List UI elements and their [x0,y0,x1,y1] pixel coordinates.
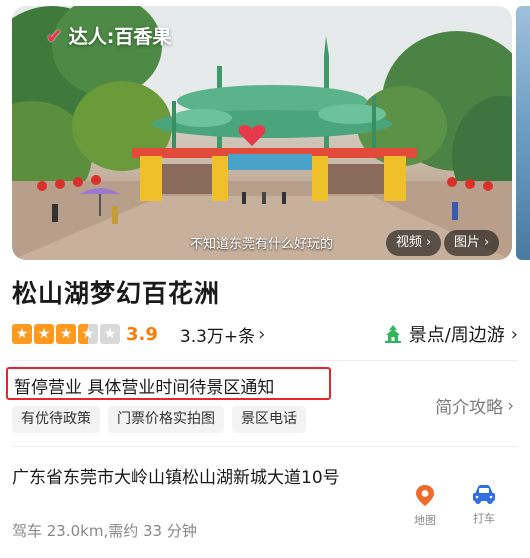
drive-info: 驾车 23.0km,需约 33 分钟 [12,522,197,540]
place-title: 松山湖梦幻百花洲 [12,279,221,308]
video-caption: 不知道东莞有什么好玩的 [190,237,334,252]
chevron-right-icon: › [510,323,518,345]
tag-phone[interactable]: 景区电话 [232,406,306,433]
intro-guide-label: 简介攻略 [435,398,504,418]
car-icon [473,485,495,504]
star-rating: ★ ★ ★ ★ ★ [12,324,120,344]
chevron-right-icon: › [484,235,490,250]
map-button-label: 地图 [414,514,436,527]
tag-ticket-photos[interactable]: 门票价格实拍图 [108,406,224,433]
address-text[interactable]: 广东省东莞市大岭山镇松山湖新城大道10号 [12,466,372,490]
star-icon: ★ [34,324,54,344]
business-status: 暂停营业 具体营业时间待景区通知 [14,378,275,398]
taxi-button[interactable]: 打车 [464,484,504,526]
creator-label: 达人:百香果 [68,26,172,48]
video-button-label: 视频 [396,235,423,250]
category-link[interactable]: 景点/周边游 › [383,321,518,347]
creator-badge[interactable]: ✔ 达人:百香果 [46,22,171,49]
divider [12,360,518,361]
star-icon: ★ [78,324,98,344]
taxi-button-label: 打车 [473,512,495,525]
tag-discount-policy[interactable]: 有优待政策 [12,406,100,433]
intro-guide-link[interactable]: 简介攻略 › [435,393,514,419]
divider [12,446,518,447]
rating-score: 3.9 [126,323,158,345]
checkmark-icon: ✔ [46,23,63,48]
category-label: 景点/周边游 [408,325,505,346]
chevron-right-icon: › [426,235,432,250]
reviews-count: 3.3万+条 [179,326,256,347]
photo-button-label: 图片 [454,235,481,250]
next-media-preview[interactable] [516,6,530,260]
reviews-link[interactable]: 3.3万+条 › [180,322,265,347]
photo-button[interactable]: 图片 › [444,230,500,256]
star-icon: ★ [12,324,32,344]
star-icon: ★ [56,324,76,344]
chevron-right-icon: › [507,395,514,416]
star-icon: ★ [100,324,120,344]
hero-media[interactable]: ✔ 达人:百香果 不知道东莞有什么好玩的 视频 › 图片 › [12,6,512,260]
video-button[interactable]: 视频 › [386,230,442,256]
pagoda-icon [384,325,401,343]
map-button[interactable]: 地图 [405,484,445,528]
map-pin-icon [416,485,434,506]
rating-row: ★ ★ ★ ★ ★ 3.9 3.3万+条 › 景点/周边游 › [12,321,518,347]
chevron-right-icon: › [258,323,266,345]
tag-list: 有优待政策 门票价格实拍图 景区电话 [12,406,306,433]
